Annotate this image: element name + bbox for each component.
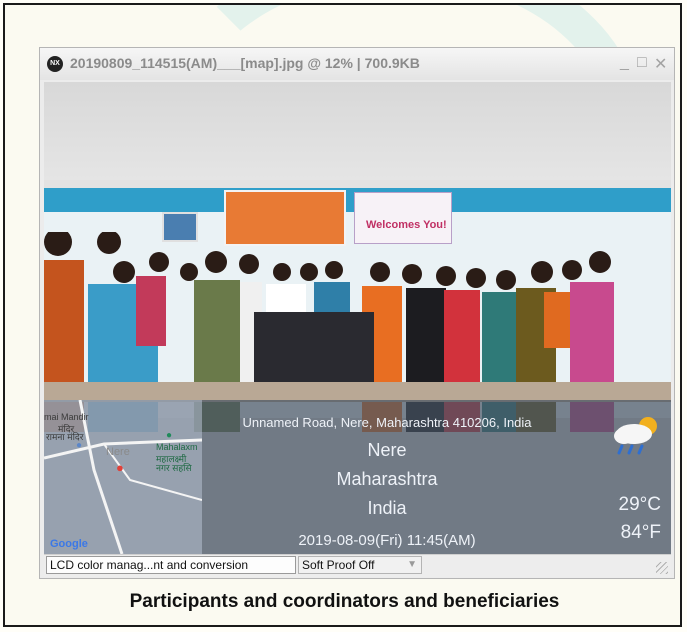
photo-caption: Participants and coordinators and benefi… [129, 591, 560, 612]
geotag-city: Nere [367, 440, 407, 460]
soft-proof-value: Soft Proof Off [302, 558, 375, 572]
map-pin-icon: ● [76, 440, 83, 451]
map-label: नगर सहसि [156, 463, 192, 473]
map-poi-icon: ● [166, 430, 173, 441]
photo-banner-text: Welcomes You! [366, 219, 447, 231]
color-management-status[interactable]: LCD color manag...nt and conversion [46, 556, 296, 574]
resize-grip-icon[interactable] [656, 562, 668, 574]
window-title: 20190809_114515(AM)___[map].jpg @ 12% | … [70, 55, 420, 71]
map-thumbnail: mai Mandir मंदिर रामना मंदिर ● Nere ● ● … [44, 399, 203, 554]
close-button[interactable]: ✕ [654, 54, 667, 74]
photo-table [254, 312, 374, 382]
map-label: Mahalaxm [156, 442, 198, 452]
rain-cloud-sun-icon [614, 417, 657, 455]
geotag-timestamp: 2019-08-09(Fri) 11:45(AM) [298, 532, 476, 549]
temperature-celsius: 29°C [618, 494, 661, 515]
map-label: Nere [106, 446, 130, 458]
people-heads [44, 232, 611, 290]
photo-floor [44, 382, 671, 402]
map-location-pin-icon: ● [116, 460, 124, 475]
status-bar: LCD color manag...nt and conversion Soft… [44, 554, 671, 577]
geotag-address: Unnamed Road, Nere, Maharashtra 410206, … [242, 415, 532, 430]
xnview-logo-icon: NX [47, 56, 63, 72]
geotag-country: India [367, 498, 407, 518]
geotag-state: Maharashtra [336, 469, 438, 489]
photo-canvas[interactable]: Welcomes You! mai Mandir मंदिर रामना मंद… [44, 82, 671, 554]
google-attribution: Google [50, 538, 88, 550]
maximize-button[interactable]: □ [637, 54, 647, 72]
temperature-fahrenheit: 84°F [620, 522, 661, 543]
title-bar[interactable]: NX 20190809_114515(AM)___[map].jpg @ 12%… [40, 48, 674, 80]
minimize-button[interactable]: _ [620, 54, 629, 72]
page-frame: NX 20190809_114515(AM)___[map].jpg @ 12%… [3, 3, 682, 627]
soft-proof-dropdown[interactable]: Soft Proof Off ▼ [298, 556, 422, 574]
map-label: mai Mandir [44, 412, 89, 422]
image-viewer-window: NX 20190809_114515(AM)___[map].jpg @ 12%… [39, 47, 675, 579]
dropdown-arrow-icon: ▼ [407, 559, 417, 570]
